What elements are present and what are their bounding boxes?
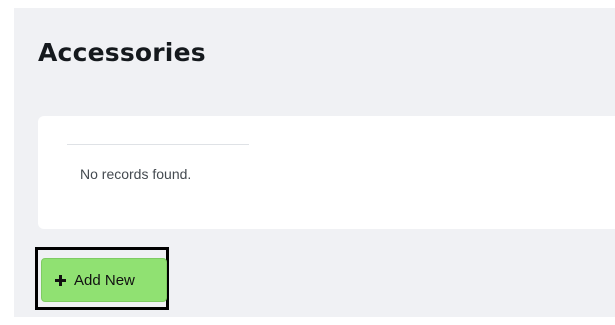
table-header-divider (67, 144, 249, 145)
page-title: Accessories (38, 38, 206, 67)
records-card: No records found. (38, 116, 615, 229)
add-new-label: Add New (74, 271, 135, 289)
add-new-button[interactable]: Add New (41, 258, 167, 302)
plus-icon (55, 274, 66, 286)
empty-state-message: No records found. (80, 166, 192, 182)
